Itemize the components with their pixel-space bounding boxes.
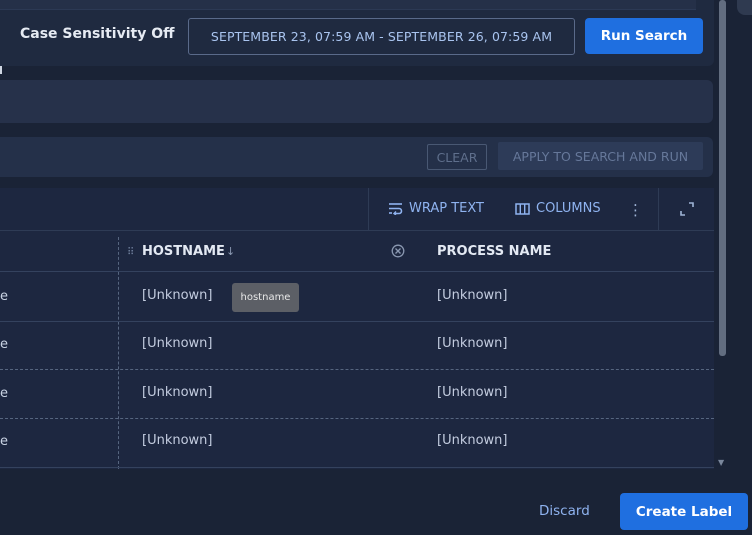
table-cell-process-name: [Unknown] xyxy=(437,385,508,400)
wrap-text-button[interactable]: WRAP TEXT xyxy=(388,201,484,216)
table-row[interactable]: e [Unknown] [Unknown] xyxy=(0,321,714,369)
table-cell-hostname: [Unknown] xyxy=(142,288,213,303)
table-cell-process-name: [Unknown] xyxy=(437,336,508,351)
wrap-text-label: WRAP TEXT xyxy=(409,201,484,216)
column-header-hostname[interactable]: HOSTNAME xyxy=(142,244,225,259)
hostname-tooltip: hostname xyxy=(232,283,299,312)
table-cell-left: e xyxy=(0,337,8,352)
date-range-picker[interactable]: SEPTEMBER 23, 07:59 AM - SEPTEMBER 26, 0… xyxy=(188,18,575,55)
run-search-button[interactable]: Run Search xyxy=(585,18,703,54)
kebab-icon[interactable]: ⋮ xyxy=(628,201,643,219)
table-row[interactable]: e [Unknown] [Unknown] xyxy=(0,370,714,418)
table-cell-left: e xyxy=(0,289,8,304)
table-cell-process-name: [Unknown] xyxy=(437,288,508,303)
table-toolbar xyxy=(0,188,714,231)
column-header-process-name[interactable]: PROCESS NAME xyxy=(437,244,551,259)
table-bottom-border xyxy=(0,467,714,468)
table-cell-process-name: [Unknown] xyxy=(437,433,508,448)
drag-handle-icon[interactable]: ⠿ xyxy=(127,247,134,258)
table-cell-hostname: [Unknown] xyxy=(142,433,213,448)
wrap-text-icon xyxy=(389,203,403,215)
scroll-down-icon[interactable]: ▼ xyxy=(718,458,724,467)
case-sensitivity-toggle[interactable]: Case Sensitivity Off xyxy=(20,26,174,42)
create-label-button[interactable]: Create Label xyxy=(620,493,748,530)
discard-button[interactable]: Discard xyxy=(539,503,590,519)
columns-button[interactable]: COLUMNS xyxy=(515,201,601,216)
expand-icon[interactable] xyxy=(678,199,696,219)
table-header-row xyxy=(0,232,714,272)
table-cell-hostname: [Unknown] xyxy=(142,336,213,351)
table-row[interactable]: e [Unknown] [Unknown] xyxy=(0,273,714,321)
sort-down-icon[interactable]: ↓ xyxy=(226,245,235,258)
query-input[interactable] xyxy=(0,80,713,123)
table-row[interactable]: e [Unknown] [Unknown] xyxy=(0,418,714,466)
toolbar-divider xyxy=(658,188,659,231)
table-cell-left: e xyxy=(0,434,8,449)
search-panel-top-strip xyxy=(0,0,696,10)
toolbar-divider xyxy=(368,188,369,231)
scrollbar-thumb[interactable] xyxy=(719,0,726,356)
edge-marker xyxy=(0,66,2,74)
clear-button[interactable]: CLEAR xyxy=(427,144,487,170)
clear-circle-icon[interactable] xyxy=(391,243,405,258)
table-cell-left: e xyxy=(0,386,8,401)
columns-icon xyxy=(515,202,530,215)
outer-scrollbar xyxy=(737,0,752,15)
table-cell-hostname: [Unknown] xyxy=(142,385,213,400)
apply-to-search-button[interactable]: APPLY TO SEARCH AND RUN xyxy=(498,142,703,170)
columns-label: COLUMNS xyxy=(536,201,601,216)
